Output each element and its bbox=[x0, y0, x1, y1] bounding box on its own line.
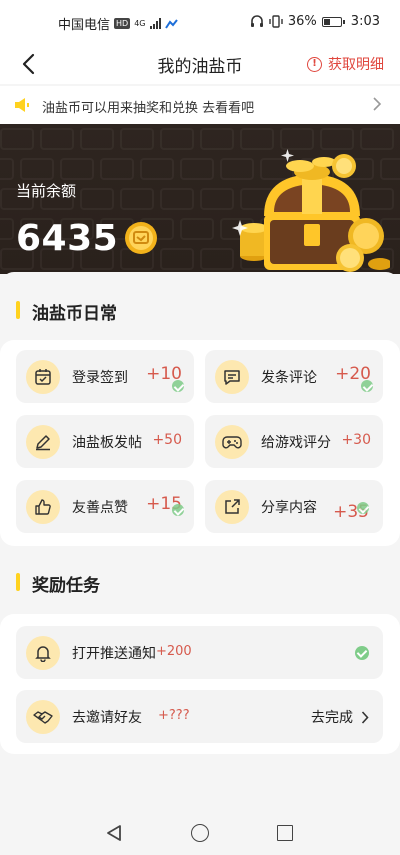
reward-tasks-panel: 打开推送通知 +200 去邀请好友 +??? 去完成 bbox=[0, 614, 400, 754]
headphones-icon bbox=[250, 15, 263, 27]
chevron-right-icon bbox=[361, 710, 369, 724]
daily-task-label: 友善点赞 bbox=[72, 500, 128, 516]
pattern-tile bbox=[0, 158, 14, 180]
bell-icon bbox=[26, 636, 60, 670]
pattern-tile bbox=[20, 158, 54, 180]
balance-value: 6435 bbox=[16, 218, 119, 259]
section-accent-bar bbox=[16, 573, 20, 591]
daily-task[interactable]: 登录签到 +10 bbox=[16, 350, 194, 403]
section-accent-bar bbox=[16, 301, 20, 319]
pattern-tile bbox=[0, 218, 14, 240]
navigation-bar: 我的油盐币 ! 获取明细 bbox=[0, 44, 400, 84]
completed-check-icon bbox=[172, 380, 184, 392]
daily-task[interactable]: 友善点赞 +15 bbox=[16, 480, 194, 533]
share-icon bbox=[215, 490, 249, 524]
pattern-tile bbox=[200, 188, 234, 210]
reward-amount: +??? bbox=[158, 708, 190, 723]
balance-banner: 当前余额 6435 bbox=[0, 124, 400, 274]
gamepad-icon bbox=[215, 425, 249, 459]
daily-task[interactable]: 给游戏评分 +30 bbox=[205, 415, 383, 468]
balance-label: 当前余额 bbox=[16, 182, 77, 200]
pattern-tile bbox=[80, 188, 114, 210]
status-right: 36% 3:03 bbox=[250, 14, 380, 29]
reward-amount: +200 bbox=[156, 644, 192, 659]
clock: 3:03 bbox=[350, 14, 380, 29]
completed-check-icon bbox=[355, 646, 369, 660]
pattern-tile bbox=[160, 128, 194, 150]
pattern-tile bbox=[200, 248, 234, 270]
reward-task-invite[interactable]: 去邀请好友 +??? 去完成 bbox=[16, 690, 383, 743]
daily-task-reward: +50 bbox=[152, 432, 182, 448]
comment-icon bbox=[215, 360, 249, 394]
handshake-icon bbox=[26, 700, 60, 734]
signal-icon bbox=[149, 18, 161, 29]
hd-badge: HD bbox=[114, 18, 131, 29]
pattern-tile bbox=[180, 158, 214, 180]
system-recents-icon[interactable] bbox=[277, 825, 293, 841]
go-complete-button[interactable]: 去完成 bbox=[311, 707, 369, 727]
status-bar: 中国电信 HD 4G 36% 3:03 bbox=[0, 0, 400, 44]
battery-icon bbox=[321, 16, 345, 27]
system-home-icon[interactable] bbox=[191, 824, 209, 842]
daily-task[interactable]: 发条评论 +20 bbox=[205, 350, 383, 403]
pattern-tile bbox=[160, 188, 194, 210]
reward-task-label: 去邀请好友 bbox=[72, 710, 142, 726]
coin-icon bbox=[125, 222, 157, 254]
treasure-chest-icon bbox=[232, 149, 390, 272]
pattern-tile bbox=[120, 188, 154, 210]
system-back-icon[interactable] bbox=[105, 824, 123, 842]
thumbs-up-icon bbox=[26, 490, 60, 524]
pattern-tile bbox=[120, 128, 154, 150]
reward-task-push[interactable]: 打开推送通知 +200 bbox=[16, 626, 383, 679]
daily-task-label: 分享内容 bbox=[261, 500, 317, 516]
detail-label: 获取明细 bbox=[328, 57, 384, 73]
content-sheet: 油盐币日常 登录签到 +10 发条评论 +20 油盐板发帖 +50 给游戏评分 +30 友善点赞… bbox=[0, 272, 400, 810]
carrier-name: 中国电信 bbox=[58, 18, 111, 33]
carrier-info: 中国电信 HD 4G bbox=[58, 14, 179, 33]
daily-task-reward: +30 bbox=[341, 432, 371, 448]
reward-task-label: 打开推送通知 bbox=[72, 646, 156, 662]
notice-bar[interactable]: 油盐币可以用来抽奖和兑换 去看看吧 bbox=[0, 86, 400, 124]
chevron-right-icon bbox=[373, 97, 382, 111]
pattern-tile bbox=[0, 128, 34, 150]
pattern-tile bbox=[40, 128, 74, 150]
daily-task-label: 油盐板发帖 bbox=[72, 435, 142, 451]
detail-link[interactable]: ! 获取明细 bbox=[307, 54, 384, 74]
daily-tasks-panel: 登录签到 +10 发条评论 +20 油盐板发帖 +50 给游戏评分 +30 友善点赞 +15 分享内… bbox=[0, 340, 400, 546]
completed-check-icon bbox=[357, 502, 369, 514]
daily-task[interactable]: 分享内容 +35 bbox=[205, 480, 383, 533]
completed-check-icon bbox=[172, 504, 184, 516]
speaker-icon bbox=[15, 98, 29, 112]
pattern-tile bbox=[140, 158, 174, 180]
battery-percent: 36% bbox=[287, 14, 317, 29]
daily-section-header: 油盐币日常 bbox=[0, 278, 400, 338]
pattern-tile bbox=[60, 158, 94, 180]
pattern-tile bbox=[160, 248, 194, 270]
pattern-tile bbox=[180, 218, 214, 240]
info-icon: ! bbox=[307, 56, 322, 72]
daily-task[interactable]: 油盐板发帖 +50 bbox=[16, 415, 194, 468]
rewards-section-header: 奖励任务 bbox=[0, 550, 400, 610]
pattern-tile bbox=[80, 128, 114, 150]
go-complete-label: 去完成 bbox=[311, 710, 353, 726]
network-type: 4G bbox=[134, 18, 146, 28]
pattern-tile bbox=[200, 128, 234, 150]
edit-icon bbox=[26, 425, 60, 459]
calendar-icon bbox=[26, 360, 60, 394]
completed-check-icon bbox=[361, 380, 373, 392]
daily-task-label: 登录签到 bbox=[72, 370, 128, 386]
vibrate-icon bbox=[269, 15, 283, 28]
system-navigation-bar bbox=[0, 810, 400, 855]
daily-task-label: 发条评论 bbox=[261, 370, 317, 386]
daily-task-label: 给游戏评分 bbox=[261, 435, 331, 451]
daily-section-title: 油盐币日常 bbox=[32, 304, 117, 324]
rewards-section-title: 奖励任务 bbox=[32, 576, 100, 596]
notice-text: 油盐币可以用来抽奖和兑换 去看看吧 bbox=[42, 101, 255, 116]
pattern-tile bbox=[100, 158, 134, 180]
data-transfer-icon bbox=[164, 18, 178, 29]
